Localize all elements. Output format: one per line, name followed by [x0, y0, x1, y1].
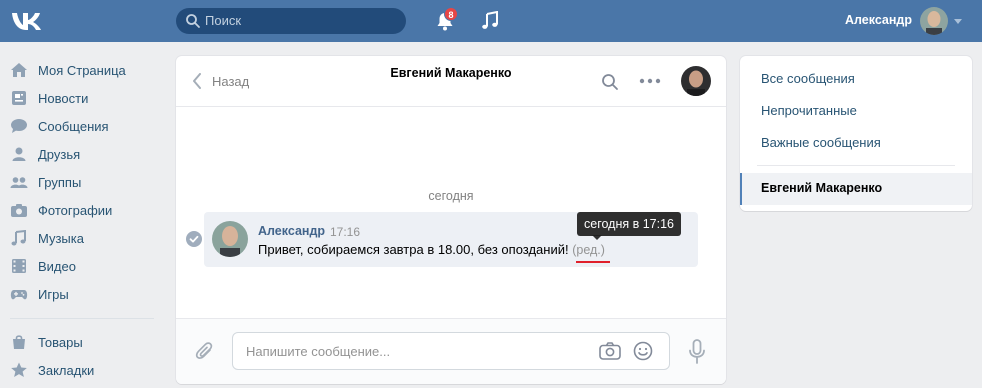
nav-item-news[interactable]: Новости — [10, 84, 160, 112]
home-icon — [11, 63, 27, 77]
notification-badge: 8 — [444, 7, 458, 21]
contact-avatar[interactable] — [681, 66, 711, 96]
message-body: Привет, собираемся завтра в 18.00, без о… — [258, 242, 569, 257]
search-icon — [186, 14, 200, 28]
message-input[interactable]: Напишите сообщение... — [232, 332, 670, 370]
vk-logo-icon[interactable] — [10, 7, 46, 35]
nav-item-music[interactable]: Музыка — [10, 224, 160, 252]
music-icon[interactable] — [480, 11, 500, 31]
search-icon[interactable] — [601, 73, 619, 91]
nav-item-goods[interactable]: Товары — [10, 328, 160, 356]
message-input-placeholder: Напишите сообщение... — [246, 344, 391, 359]
groups-icon — [10, 177, 28, 188]
date-separator: сегодня — [428, 189, 474, 203]
nav-item-label: Группы — [38, 175, 82, 190]
message-author[interactable]: Александр — [258, 224, 325, 238]
user-avatar[interactable] — [920, 7, 948, 35]
nav-item-label: Фотографии — [38, 203, 113, 218]
more-icon[interactable] — [639, 78, 661, 84]
nav-item-label: Закладки — [38, 363, 95, 378]
nav-item-label: Сообщения — [38, 119, 109, 134]
filter-all-messages[interactable]: Все сообщения — [761, 71, 855, 86]
conversation-panel: Назад Евгений Макаренко сегодня Александ… — [176, 56, 726, 384]
edited-underline-highlight — [576, 261, 610, 263]
conversation-header: Назад Евгений Макаренко — [176, 56, 726, 107]
nav-item-friends[interactable]: Друзья — [10, 140, 160, 168]
camera-icon[interactable] — [599, 342, 621, 360]
friends-icon — [12, 147, 26, 161]
nav-item-groups[interactable]: Группы — [10, 168, 160, 196]
nav-item-label: Товары — [38, 335, 83, 350]
smile-icon[interactable] — [633, 341, 653, 361]
nav-item-label: Моя Страница — [38, 63, 126, 78]
video-icon — [12, 259, 26, 273]
nav-item-my-page[interactable]: Моя Страница — [10, 56, 160, 84]
nav-item-messages[interactable]: Сообщения — [10, 112, 160, 140]
tooltip-arrow — [592, 235, 602, 240]
back-button[interactable]: Назад — [212, 74, 249, 89]
nav-item-label: Видео — [38, 259, 76, 274]
microphone-icon[interactable] — [687, 339, 707, 365]
messages-icon — [11, 119, 27, 133]
nav-item-label: Друзья — [38, 147, 81, 162]
chevron-left-icon[interactable] — [192, 73, 202, 89]
camera-icon — [11, 204, 27, 217]
filter-important[interactable]: Важные сообщения — [761, 135, 881, 150]
search-field[interactable]: Поиск — [176, 8, 406, 34]
user-name[interactable]: Александр — [812, 13, 912, 27]
top-header: Поиск 8 Александр — [0, 0, 982, 42]
nav-item-games[interactable]: Игры — [10, 280, 160, 308]
message-text: Привет, собираемся завтра в 18.00, без о… — [258, 242, 605, 257]
music-icon — [11, 230, 26, 246]
paperclip-icon[interactable] — [195, 341, 215, 363]
news-icon — [12, 91, 26, 105]
search-placeholder: Поиск — [205, 13, 242, 28]
message-time[interactable]: 17:16 — [330, 225, 360, 239]
nav-item-label: Музыка — [38, 231, 84, 246]
active-conversation-label: Евгений Макаренко — [761, 181, 883, 195]
bag-icon — [13, 335, 25, 349]
active-conversation-item[interactable]: Евгений Макаренко — [740, 173, 972, 205]
message-composer: Напишите сообщение... — [176, 318, 726, 384]
chevron-down-icon[interactable] — [954, 19, 962, 24]
panel-divider — [757, 165, 955, 166]
checkmark-icon[interactable] — [186, 231, 202, 247]
nav-item-label: Игры — [38, 287, 69, 302]
nav-item-photos[interactable]: Фотографии — [10, 196, 160, 224]
author-avatar[interactable] — [212, 221, 248, 257]
star-icon — [11, 362, 27, 377]
conversation-title[interactable]: Евгений Макаренко — [326, 66, 576, 80]
edited-tooltip: сегодня в 17:16 — [577, 212, 681, 236]
conversations-filter-panel: Все сообщения Непрочитанные Важные сообщ… — [740, 56, 972, 211]
nav-item-video[interactable]: Видео — [10, 252, 160, 280]
edited-label[interactable]: (ред.) — [572, 243, 605, 257]
nav-item-bookmarks[interactable]: Закладки — [10, 356, 160, 384]
nav-item-label: Новости — [38, 91, 89, 106]
filter-unread[interactable]: Непрочитанные — [761, 103, 857, 118]
gamepad-icon — [10, 290, 28, 300]
nav-divider — [10, 318, 154, 319]
